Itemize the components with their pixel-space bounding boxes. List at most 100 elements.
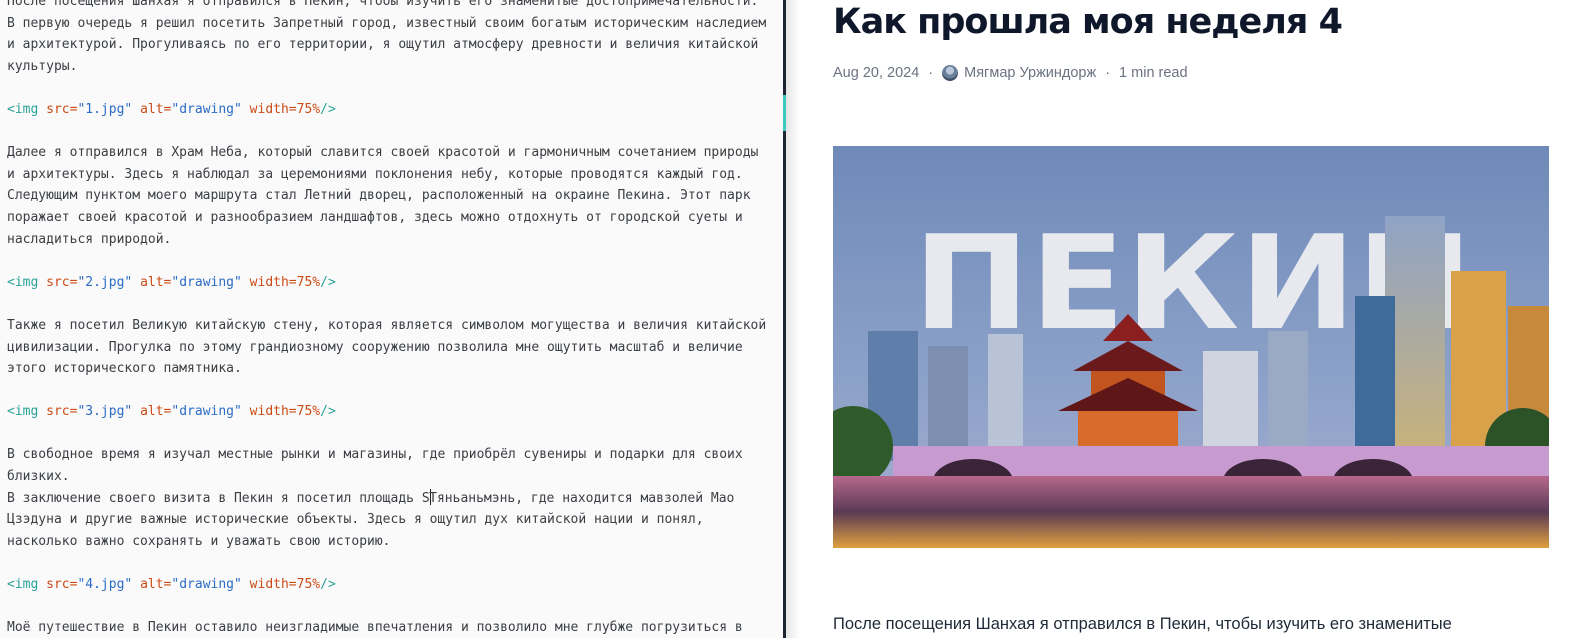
editor-token-plain <box>132 577 140 592</box>
editor-token-plain: Цзэдуна и другие важные исторические объ… <box>7 512 704 528</box>
editor-token-plain: В заключение своего визита в Пекин я пос… <box>7 490 430 506</box>
editor-line[interactable] <box>7 380 783 402</box>
editor-token-str: "drawing" <box>171 101 242 117</box>
editor-token-plain: поражает своей красотой и разнообразием … <box>7 209 743 225</box>
editor-token-plain: культуры. <box>7 58 78 74</box>
editor-line[interactable]: <img src="2.jpg" alt="drawing" width=75%… <box>7 272 783 294</box>
editor-token-plain: Моё путешествие в Пекин оставило неизгла… <box>7 620 743 636</box>
post-title: Как прошла моя неделя 4 <box>833 2 1343 42</box>
editor-line[interactable]: цивилизации. Прогулка по этому грандиозн… <box>7 337 783 359</box>
preview-pane: Как прошла моя неделя 4 Aug 20, 2024 · М… <box>800 0 1577 638</box>
meta-separator: · <box>1105 65 1111 81</box>
editor-token-attr: 75% <box>296 101 321 117</box>
editor-content[interactable]: После посещения Шанхая я отправился в Пе… <box>7 0 783 638</box>
editor-token-attr: width= <box>249 404 297 420</box>
editor-token-plain: Далее я отправился в Храм Неба, который … <box>7 145 759 161</box>
editor-token-plain: В первую очередь я решил посетить Запрет… <box>7 15 767 31</box>
editor-token-plain: близких. <box>7 469 70 485</box>
editor-token-attr: src= <box>46 577 78 593</box>
read-time: 1 min read <box>1119 65 1188 81</box>
editor-token-plain: В свободное время я изучал местные рынки… <box>7 447 743 463</box>
editor-token-str: "1.jpg" <box>77 101 133 117</box>
post-meta: Aug 20, 2024 · Мягмар Уржиндорж · 1 min … <box>833 63 1188 83</box>
editor-token-plain <box>242 102 250 117</box>
editor-token-tag: /> <box>320 274 336 290</box>
editor-line[interactable]: <img src="3.jpg" alt="drawing" width=75%… <box>7 401 783 423</box>
editor-line[interactable]: Также я посетил Великую китайскую стену,… <box>7 315 783 337</box>
editor-token-attr: width= <box>249 577 297 593</box>
editor-line[interactable] <box>7 121 783 143</box>
editor-line[interactable]: близких. <box>7 466 783 488</box>
editor-token-attr: alt= <box>140 101 172 117</box>
editor-line[interactable]: насладиться природой. <box>7 229 783 251</box>
editor-token-plain <box>242 577 250 592</box>
editor-token-str: "2.jpg" <box>77 274 133 290</box>
editor-token-attr: 75% <box>296 274 321 290</box>
editor-token-attr: width= <box>249 274 297 290</box>
editor-token-tag: /> <box>320 101 336 117</box>
editor-token-plain: Также я посетил Великую китайскую стену,… <box>7 317 767 333</box>
editor-token-plain: Следующим пунктом моего маршрута стал Ле… <box>7 188 751 204</box>
editor-line[interactable]: поражает своей красотой и разнообразием … <box>7 207 783 229</box>
meta-separator: · <box>928 65 934 81</box>
editor-line[interactable]: Моё путешествие в Пекин оставило неизгла… <box>7 617 783 638</box>
editor-line[interactable]: В заключение своего визита в Пекин я пос… <box>7 488 783 510</box>
editor-line[interactable]: Цзэдуна и другие важные исторические объ… <box>7 509 783 531</box>
editor-line[interactable]: и архитектуры. Здесь я наблюдал за церем… <box>7 164 783 186</box>
editor-line[interactable]: и архитектурой. Прогуливаясь по его терр… <box>7 34 783 56</box>
editor-token-plain <box>132 102 140 117</box>
editor-line[interactable] <box>7 250 783 272</box>
editor-line[interactable]: Следующим пунктом моего маршрута стал Ле… <box>7 185 783 207</box>
hero-image: ПЕКИН <box>833 146 1549 548</box>
editor-token-str: "4.jpg" <box>77 577 133 593</box>
editor-token-plain <box>132 275 140 290</box>
editor-line[interactable]: <img src="1.jpg" alt="drawing" width=75%… <box>7 99 783 121</box>
editor-token-tag: <img <box>7 577 47 593</box>
editor-token-plain: и архитектуры. Здесь я наблюдал за церем… <box>7 166 743 182</box>
editor-line[interactable]: После посещения Шанхая я отправился в Пе… <box>7 0 783 13</box>
editor-token-plain: насколько важно сохранять и уважать свою… <box>7 533 391 549</box>
post-date: Aug 20, 2024 <box>833 65 920 81</box>
editor-token-str: "drawing" <box>171 274 242 290</box>
editor-token-tag: <img <box>7 404 47 420</box>
editor-line[interactable] <box>7 293 783 315</box>
editor-line[interactable] <box>7 552 783 574</box>
editor-line[interactable]: В первую очередь я решил посетить Запрет… <box>7 13 783 35</box>
editor-token-plain <box>132 404 140 419</box>
editor-line[interactable]: насколько важно сохранять и уважать свою… <box>7 531 783 553</box>
editor-line[interactable]: Далее я отправился в Храм Неба, который … <box>7 142 783 164</box>
editor-token-attr: alt= <box>140 577 172 593</box>
editor-line[interactable]: <img src="4.jpg" alt="drawing" width=75%… <box>7 574 783 596</box>
editor-line[interactable] <box>7 596 783 618</box>
editor-token-plain <box>242 404 250 419</box>
editor-token-plain: и архитектурой. Прогуливаясь по его терр… <box>7 37 759 53</box>
editor-token-tag: /> <box>320 404 336 420</box>
editor-token-str: "3.jpg" <box>77 404 133 420</box>
editor-token-tag: <img <box>7 101 47 117</box>
editor-line[interactable]: В свободное время я изучал местные рынки… <box>7 444 783 466</box>
editor-token-attr: 75% <box>296 404 321 420</box>
editor-token-tag: <img <box>7 274 47 290</box>
editor-line[interactable]: культуры. <box>7 56 783 78</box>
editor-token-str: "drawing" <box>171 404 242 420</box>
avatar-icon <box>942 65 959 81</box>
editor-token-attr: alt= <box>140 274 172 290</box>
editor-token-attr: src= <box>46 101 78 117</box>
markdown-editor[interactable]: После посещения Шанхая я отправился в Пе… <box>0 0 783 638</box>
editor-token-attr: src= <box>46 274 78 290</box>
editor-line[interactable]: этого исторического памятника. <box>7 358 783 380</box>
editor-token-tag: /> <box>320 577 336 593</box>
editor-token-str: "drawing" <box>171 577 242 593</box>
post-author[interactable]: Мягмар Уржиндорж <box>964 65 1096 81</box>
editor-token-attr: src= <box>46 404 78 420</box>
editor-token-plain: насладиться природой. <box>7 231 172 247</box>
editor-line[interactable] <box>7 423 783 445</box>
divider-shadow <box>786 0 800 638</box>
editor-token-plain: этого исторического памятника. <box>7 361 242 377</box>
editor-token-plain: После посещения Шанхая я отправился в Пе… <box>7 0 759 9</box>
editor-token-attr: 75% <box>296 577 321 593</box>
editor-line[interactable] <box>7 77 783 99</box>
editor-token-plain: Тяньаньмэнь, где находится мавзолей Мао <box>429 490 735 506</box>
post-lead-paragraph: После посещения Шанхая я отправился в Пе… <box>833 615 1452 633</box>
editor-token-attr: alt= <box>140 404 172 420</box>
